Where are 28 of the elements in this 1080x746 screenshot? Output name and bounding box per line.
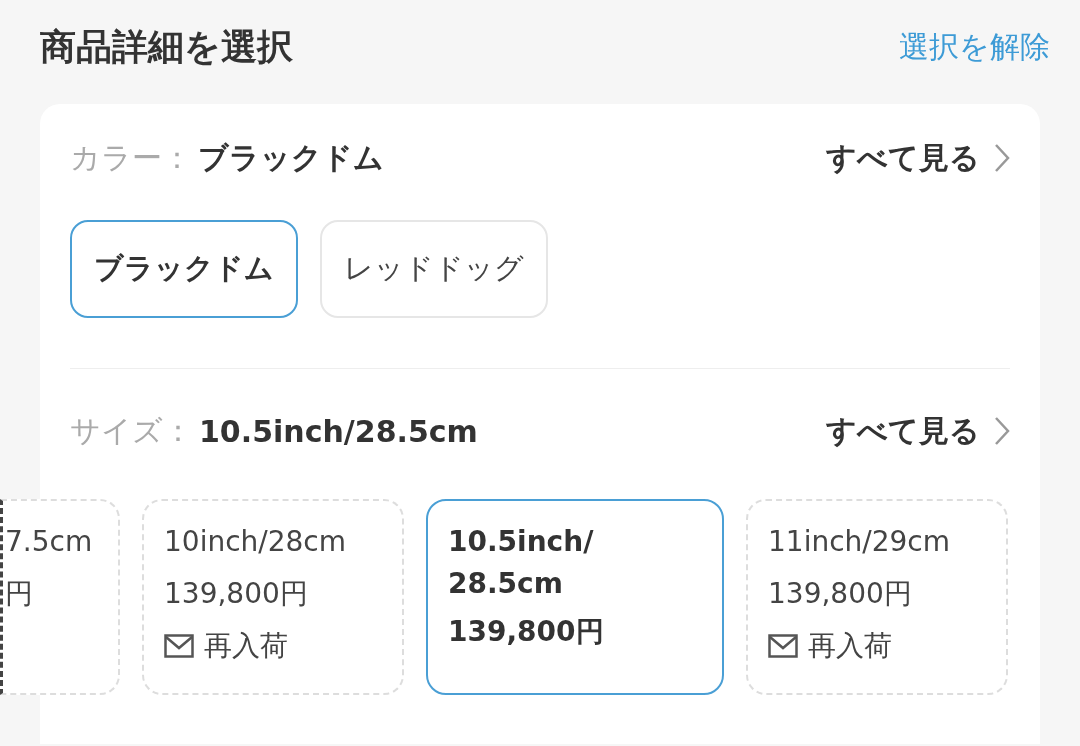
price-text: 139,800円 (164, 576, 309, 612)
color-option[interactable]: ブラックドム (70, 220, 298, 318)
size-option[interactable]: 7.5cm 円 (0, 499, 120, 695)
size-option[interactable]: 11inch/29cm 139,800円 再入荷 (746, 499, 1008, 695)
size-text: 11inch/29cm (768, 524, 952, 560)
size-option[interactable]: 10inch/28cm 139,800円 再入荷 (142, 499, 404, 695)
price-text: 139,800円 (448, 614, 605, 650)
chevron-right-icon (994, 416, 1010, 446)
size-label: サイズ： (70, 411, 193, 450)
price-text: 139,800円 (768, 576, 913, 612)
chevron-right-icon (994, 143, 1010, 173)
color-label: カラー： (70, 138, 192, 177)
mail-icon (164, 634, 194, 658)
size-text: 10.5inch/ (448, 524, 595, 560)
size-text: 28.5cm (448, 566, 564, 602)
selected-color: ブラックドム (198, 138, 384, 177)
see-all-button[interactable]: すべて見る (826, 137, 1010, 179)
page-title: 商品詳細を選択 (40, 24, 293, 69)
color-option[interactable]: レッドドッグ (320, 220, 548, 318)
restock-text: 再入荷 (808, 628, 892, 664)
size-text: 7.5cm (5, 524, 94, 560)
price-text: 円 (5, 576, 34, 612)
restock-text: 再入荷 (204, 628, 288, 664)
mail-icon (768, 634, 798, 658)
see-all-button[interactable]: すべて見る (826, 410, 1010, 452)
selected-size: 10.5inch/28.5cm (199, 413, 478, 449)
size-option[interactable]: 10.5inch/ 28.5cm 139,800円 (426, 499, 724, 695)
size-text: 10inch/28cm (164, 524, 348, 560)
